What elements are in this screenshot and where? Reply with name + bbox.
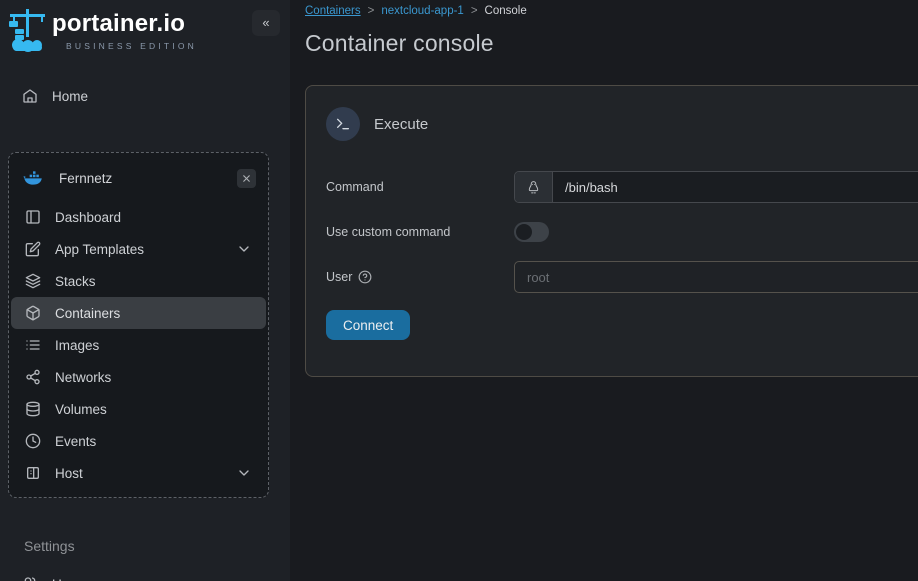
chevron-down-icon [248, 576, 264, 581]
sidebar-item-label: Users [52, 577, 87, 581]
logo-text: portainer.io BUSINESS EDITION [52, 12, 197, 51]
connect-button[interactable]: Connect [326, 310, 410, 340]
sidebar-collapse-button[interactable]: « [252, 10, 280, 36]
database-icon [25, 401, 41, 417]
docker-whale-icon [23, 168, 43, 188]
dashboard-icon [25, 209, 41, 225]
terminal-icon [326, 107, 360, 141]
console-widget: Execute Command Use custom command User [305, 85, 918, 377]
settings-section-label: Settings [24, 538, 290, 554]
sidebar-item-home[interactable]: Home [8, 80, 278, 112]
app-window: portainer.io BUSINESS EDITION « Home [0, 0, 918, 581]
breadcrumb: Containers > nextcloud-app-1 > Console [305, 5, 918, 17]
sidebar-item-label: Images [55, 338, 99, 353]
box-icon [25, 305, 41, 321]
use-custom-command-toggle[interactable] [514, 222, 549, 242]
sidebar-item-containers[interactable]: Containers [11, 297, 266, 329]
toggle-knob [516, 224, 532, 240]
clock-icon [25, 433, 41, 449]
environment-header[interactable]: Fernnetz [11, 161, 266, 195]
widget-title: Execute [374, 116, 428, 133]
breadcrumb-separator: > [471, 5, 478, 17]
logo-subtitle: BUSINESS EDITION [52, 41, 197, 51]
users-icon [22, 576, 38, 581]
logo-title: portainer.io [52, 12, 197, 36]
sidebar-item-app-templates[interactable]: App Templates [11, 233, 266, 265]
host-icon [25, 465, 41, 481]
main-content: Containers > nextcloud-app-1 > Console C… [290, 0, 918, 581]
command-input-group [514, 171, 918, 203]
environment-group: Fernnetz Dashboard App Templates [8, 152, 269, 498]
sidebar-item-label: Dashboard [55, 210, 121, 225]
sidebar-item-host[interactable]: Host [11, 457, 266, 489]
breadcrumb-separator: > [368, 5, 375, 17]
sidebar-item-dashboard[interactable]: Dashboard [11, 201, 266, 233]
portainer-logo-icon [8, 8, 48, 52]
logo-row: portainer.io BUSINESS EDITION « [0, 0, 290, 58]
sidebar-item-label: Home [52, 89, 88, 104]
command-label: Command [326, 180, 514, 194]
sidebar-item-label: Stacks [55, 274, 96, 289]
share-icon [25, 369, 41, 385]
sidebar-item-images[interactable]: Images [11, 329, 266, 361]
use-custom-command-row: Use custom command [326, 222, 918, 242]
help-icon [358, 270, 372, 284]
sidebar-item-stacks[interactable]: Stacks [11, 265, 266, 297]
user-input[interactable] [514, 261, 918, 293]
edit-icon [25, 241, 41, 257]
widget-header: Execute [326, 107, 918, 141]
sidebar-item-networks[interactable]: Networks [11, 361, 266, 393]
breadcrumb-current: Console [485, 5, 527, 17]
chevron-down-icon [236, 241, 252, 257]
sidebar-item-label: Host [55, 466, 83, 481]
breadcrumb-link-containers[interactable]: Containers [305, 5, 361, 17]
breadcrumb-link-container[interactable]: nextcloud-app-1 [381, 5, 463, 17]
list-icon [25, 337, 41, 353]
layers-icon [25, 273, 41, 289]
command-input[interactable] [553, 172, 918, 202]
page-title: Container console [305, 30, 918, 57]
sidebar-item-label: Events [55, 434, 96, 449]
use-custom-command-label: Use custom command [326, 225, 514, 239]
linux-penguin-icon [515, 172, 553, 202]
environment-name: Fernnetz [59, 171, 112, 186]
sidebar-item-events[interactable]: Events [11, 425, 266, 457]
sidebar: portainer.io BUSINESS EDITION « Home [0, 0, 290, 581]
command-row: Command [326, 171, 918, 203]
chevron-down-icon [236, 465, 252, 481]
home-icon [22, 88, 38, 104]
sidebar-item-users[interactable]: Users [8, 568, 278, 581]
sidebar-item-label: Networks [55, 370, 111, 385]
user-row: User [326, 261, 918, 293]
sidebar-item-label: Containers [55, 306, 120, 321]
sidebar-item-label: App Templates [55, 242, 144, 257]
sidebar-item-label: Volumes [55, 402, 107, 417]
user-label-text: User [326, 270, 352, 284]
environment-close-button[interactable] [237, 169, 256, 188]
sidebar-item-volumes[interactable]: Volumes [11, 393, 266, 425]
user-label: User [326, 270, 514, 284]
